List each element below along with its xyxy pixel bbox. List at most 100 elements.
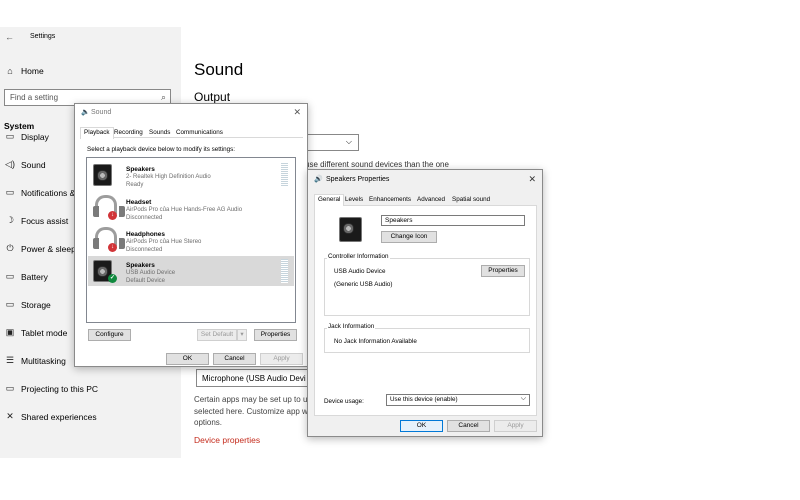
speaker-icon xyxy=(339,217,362,242)
nav-item-sound[interactable]: ◁) Sound xyxy=(4,159,46,170)
jack-info-heading: Jack Information xyxy=(327,323,376,330)
controller-sub: (Generic USB Audio) xyxy=(334,281,393,288)
device-list: Speakers 2- Realtek High Definition Audi… xyxy=(86,157,296,323)
playback-instruction: Select a playback device below to modify… xyxy=(87,146,236,153)
set-default-button[interactable]: Set Default xyxy=(197,329,237,341)
nav-item-multitasking[interactable]: ☰ Multitasking xyxy=(4,355,66,366)
tab-playback[interactable]: Playback xyxy=(80,127,114,139)
apply-button[interactable]: Apply xyxy=(494,420,537,432)
nav-item-label: Projecting to this PC xyxy=(21,383,99,394)
nav-item-label: Notifications & xyxy=(21,187,76,198)
nav-item-display[interactable]: ▭ Display xyxy=(4,131,49,142)
ok-button[interactable]: OK xyxy=(166,353,209,365)
multitasking-icon: ☰ xyxy=(5,355,15,365)
device-name: Speakers xyxy=(126,262,155,269)
nav-item-shared-experiences[interactable]: ✕ Shared experiences xyxy=(4,411,96,422)
nav-item-label: Focus assist xyxy=(21,215,69,226)
nav-item-tablet-mode[interactable]: ▣ Tablet mode xyxy=(4,327,68,338)
device-row[interactable]: Speakers 2- Realtek High Definition Audi… xyxy=(88,160,294,189)
close-icon[interactable]: ✕ xyxy=(293,107,301,118)
output-help-text: use different sound devices than the one xyxy=(305,160,449,169)
device-status: Disconnected xyxy=(126,215,163,221)
sound-dialog-icon: 🔈 xyxy=(81,109,90,116)
nav-item-label: Battery xyxy=(21,271,48,282)
device-name: Headphones xyxy=(126,231,166,238)
nav-item-label: Display xyxy=(21,131,49,142)
speaker-title-icon: 🔊 xyxy=(314,176,323,183)
properties-button[interactable]: Properties xyxy=(254,329,297,341)
tab-general[interactable]: General xyxy=(314,194,345,206)
volume-meter xyxy=(281,163,288,187)
shared-icon: ✕ xyxy=(6,411,14,421)
monitor-icon: ▭ xyxy=(5,131,15,141)
section-heading: System xyxy=(4,121,35,131)
device-row[interactable]: ↓ Headphones AirPods Pro của Hue Stereo … xyxy=(88,224,294,253)
power-icon: ⏻ xyxy=(6,243,14,253)
properties-dialog-title: Speakers Properties xyxy=(326,176,390,183)
apps-text-line2: selected here. Customize app w xyxy=(194,407,308,416)
device-properties-link[interactable]: Device properties xyxy=(194,435,260,445)
controller-name: USB Audio Device xyxy=(334,268,386,275)
search-placeholder: Find a setting xyxy=(10,93,59,102)
tab-sounds[interactable]: Sounds xyxy=(146,128,173,138)
speaker-icon xyxy=(93,164,112,186)
tab-communications[interactable]: Communications xyxy=(173,128,226,138)
device-status: Default Device xyxy=(126,278,166,284)
nav-item-focus-assist[interactable]: ☽ Focus assist xyxy=(4,215,68,226)
notification-icon: ▭ xyxy=(5,187,15,197)
configure-button[interactable]: Configure xyxy=(88,329,131,341)
device-usage-select[interactable]: Use this device (enable) ⌵ xyxy=(386,394,530,406)
device-name-value: Speakers xyxy=(385,217,413,224)
output-heading: Output xyxy=(194,90,231,104)
moon-icon: ☽ xyxy=(5,215,15,225)
apps-text-line1: Certain apps may be set up to u xyxy=(194,395,308,404)
nav-home[interactable]: ⌂ Home xyxy=(4,66,44,76)
set-default-dropdown[interactable]: ▾ xyxy=(237,329,247,341)
storage-icon: ▭ xyxy=(5,299,15,309)
input-device-value: Microphone (USB Audio Devi xyxy=(202,374,306,383)
chevron-down-icon: ⌵ xyxy=(345,137,352,146)
change-icon-button[interactable]: Change Icon xyxy=(381,231,437,243)
speaker-icon: ◁) xyxy=(5,159,15,169)
output-device-dropdown[interactable]: ⌵ xyxy=(308,134,359,151)
nav-item-power-sleep[interactable]: ⏻ Power & sleep xyxy=(4,243,76,254)
device-name: Headset xyxy=(126,199,152,206)
device-line1: 2- Realtek High Definition Audio xyxy=(126,174,211,180)
controller-properties-button[interactable]: Properties xyxy=(481,265,525,277)
device-name-input[interactable]: Speakers xyxy=(381,215,525,226)
back-arrow-icon[interactable]: ← xyxy=(5,32,14,42)
nav-item-battery[interactable]: ▭ Battery xyxy=(4,271,48,282)
nav-item-label: Tablet mode xyxy=(21,327,68,338)
device-usage-label: Device usage: xyxy=(324,398,364,405)
nav-item-label: Power & sleep xyxy=(21,243,76,254)
projecting-icon: ▭ xyxy=(5,383,15,393)
nav-home-label: Home xyxy=(21,66,44,76)
device-status: Disconnected xyxy=(126,247,163,253)
cancel-button[interactable]: Cancel xyxy=(447,420,490,432)
nav-item-notifications[interactable]: ▭ Notifications & xyxy=(4,187,76,198)
input-device-dropdown[interactable]: Microphone (USB Audio Devi xyxy=(196,369,307,387)
tab-recording[interactable]: Recording xyxy=(111,128,146,138)
device-usage-value: Use this device (enable) xyxy=(390,396,458,403)
ok-button[interactable]: OK xyxy=(400,420,443,432)
properties-panel: Speakers Change Icon Controller Informat… xyxy=(314,205,537,416)
device-line1: AirPods Pro của Hue Hands-Free AG Audio xyxy=(126,207,243,213)
tab-spatial-sound[interactable]: Spatial sound xyxy=(449,195,493,205)
page-title: Sound xyxy=(194,60,244,79)
controller-info-heading: Controller Information xyxy=(327,253,390,260)
cancel-button[interactable]: Cancel xyxy=(213,353,256,365)
speakers-properties-dialog: 🔊 Speakers Properties ✕ Speakers Change … xyxy=(307,169,543,437)
sound-dialog: 🔈 Sound ✕ Playback Recording Sounds Comm… xyxy=(74,103,308,367)
nav-item-projecting-to-this-pc[interactable]: ▭ Projecting to this PC xyxy=(4,383,98,394)
nav-item-storage[interactable]: ▭ Storage xyxy=(4,299,51,310)
apply-button[interactable]: Apply xyxy=(260,353,303,365)
nav-item-label: Multitasking xyxy=(21,355,66,366)
device-row[interactable]: ↓ Headset AirPods Pro của Hue Hands-Free… xyxy=(88,192,294,221)
disconnected-icon: ↓ xyxy=(108,243,117,252)
close-icon[interactable]: ✕ xyxy=(528,174,536,185)
device-row-selected[interactable]: ✓ Speakers USB Audio Device Default Devi… xyxy=(88,256,294,286)
device-status: Ready xyxy=(126,182,144,188)
tab-advanced[interactable]: Advanced xyxy=(414,195,448,205)
tab-levels[interactable]: Levels xyxy=(342,195,366,205)
tab-enhancements[interactable]: Enhancements xyxy=(366,195,414,205)
